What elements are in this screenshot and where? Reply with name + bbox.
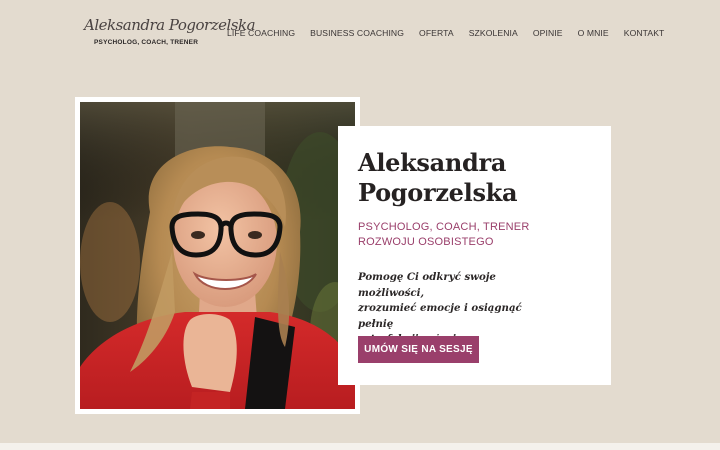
nav-item-o-mnie[interactable]: O MNIE	[578, 28, 609, 38]
intro-card: Aleksandra Pogorzelska PSYCHOLOG, COACH,…	[338, 126, 611, 385]
portrait-photo	[80, 102, 355, 409]
tagline-line-1: Pomogę Ci odkryć swoje możliwości,	[358, 271, 496, 299]
logo-subtitle: PSYCHOLOG, COACH, TRENER	[94, 39, 199, 46]
portrait-image	[80, 102, 355, 409]
book-session-button[interactable]: UMÓW SIĘ NA SESJĘ	[358, 336, 479, 363]
nav-item-oferta[interactable]: OFERTA	[419, 28, 454, 38]
profession-subtitle: PSYCHOLOG, COACH, TRENER ROZWOJU OSOBIST…	[358, 220, 558, 250]
nav-item-opinie[interactable]: OPINIE	[533, 28, 563, 38]
logo[interactable]: Aleksandra Pogorzelska PSYCHOLOG, COACH,…	[84, 14, 256, 50]
main-nav: LIFE COACHING BUSINESS COACHING OFERTA S…	[227, 28, 664, 38]
nav-item-life-coaching[interactable]: LIFE COACHING	[227, 28, 295, 38]
nav-item-kontakt[interactable]: KONTAKT	[624, 28, 665, 38]
nav-item-szkolenia[interactable]: SZKOLENIA	[469, 28, 518, 38]
page-bottom-edge	[0, 443, 720, 450]
page-title: Aleksandra Pogorzelska	[358, 148, 518, 208]
nav-item-business-coaching[interactable]: BUSINESS COACHING	[310, 28, 404, 38]
tagline-line-2: zrozumieć emocje i osiągnąć pełnię	[358, 302, 522, 330]
subtitle-line-1: PSYCHOLOG, COACH, TRENER	[358, 221, 530, 233]
subtitle-line-2: ROZWOJU OSOBISTEGO	[358, 236, 494, 248]
name-first: Aleksandra	[358, 148, 507, 177]
portrait-frame	[75, 97, 360, 414]
page: Aleksandra Pogorzelska PSYCHOLOG, COACH,…	[0, 0, 720, 443]
name-last: Pogorzelska	[358, 178, 518, 207]
